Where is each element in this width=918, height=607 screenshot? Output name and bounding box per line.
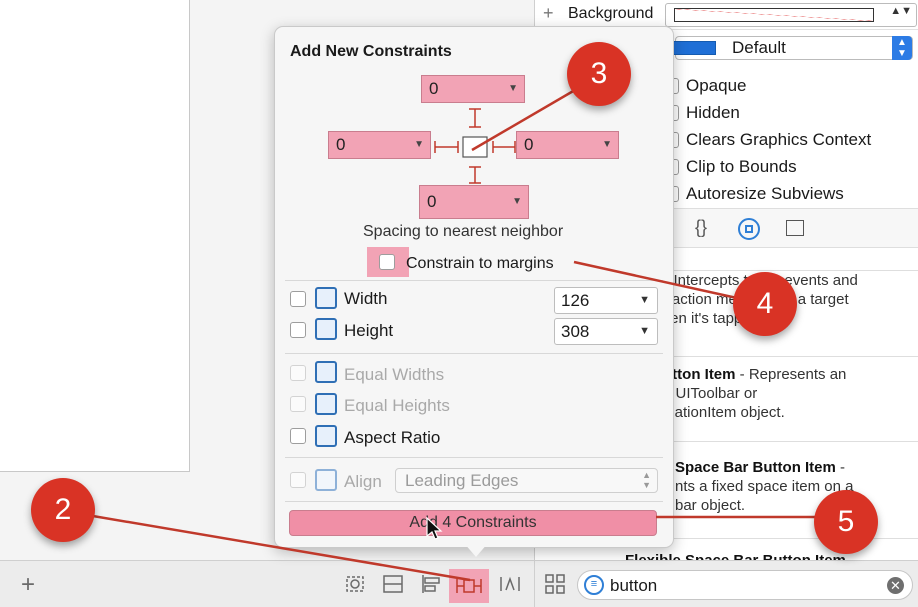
callout-2: 2 [31, 478, 95, 542]
callout-4: 4 [733, 272, 797, 336]
callout-3: 3 [567, 42, 631, 106]
cursor-icon [426, 516, 443, 540]
callout-5: 5 [814, 490, 878, 554]
